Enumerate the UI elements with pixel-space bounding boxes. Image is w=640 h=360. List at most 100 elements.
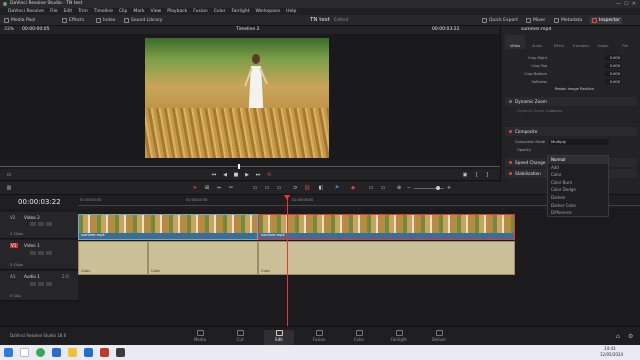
page-deliver[interactable]: Deliver — [424, 330, 454, 345]
replace-clip-icon[interactable]: ▭ — [276, 185, 282, 191]
go-to-end-icon[interactable]: ⏭ — [255, 172, 261, 178]
lock-icon[interactable] — [30, 222, 36, 226]
dynamic-trim-icon[interactable]: ⇔ — [216, 185, 222, 191]
menu-item[interactable]: Timeline — [94, 8, 113, 15]
dropdown-option[interactable]: Darken — [548, 194, 608, 202]
viewer-options-icon[interactable]: ▭ — [6, 172, 12, 178]
menu-item[interactable]: Color — [214, 8, 226, 15]
stop-icon[interactable]: ■ — [233, 172, 239, 178]
go-to-start-icon[interactable]: ⏮ — [211, 172, 217, 178]
layout-icon[interactable]: ▥ — [6, 185, 12, 191]
loop-icon[interactable]: ⟲ — [266, 172, 272, 178]
menu-item[interactable]: File — [50, 8, 58, 15]
crop-top-value[interactable]: 0.000 — [605, 63, 621, 68]
play-icon[interactable]: ▶ — [244, 172, 250, 178]
menu-item[interactable]: DaVinci Resolve — [8, 8, 44, 15]
trim-tool-icon[interactable]: ⊞ — [204, 185, 210, 191]
menu-item[interactable]: Help — [286, 8, 296, 15]
softness-value[interactable]: 0.000 — [605, 79, 621, 84]
tab-video[interactable]: Video — [505, 35, 525, 49]
zoom-slider-handle[interactable] — [436, 186, 440, 190]
eye-icon[interactable] — [46, 251, 52, 255]
menu-item[interactable]: Mark — [133, 8, 144, 15]
position-lock-icon[interactable]: ◧ — [318, 185, 324, 191]
track-header-v2[interactable]: V2 Video 2 2 Clips — [0, 212, 78, 239]
insert-clip-icon[interactable]: ▭ — [252, 185, 258, 191]
clock-time[interactable]: 14:43 — [604, 346, 616, 351]
dropdown-option[interactable]: Color Dodge — [548, 186, 608, 194]
page-cut[interactable]: Cut — [225, 330, 255, 345]
dynamic-zoom-ease-value[interactable]: Linear — [551, 109, 562, 113]
timeline-playhead[interactable] — [287, 195, 288, 326]
chrome-icon[interactable] — [36, 348, 45, 357]
linked-selection-icon[interactable]: ⛓ — [304, 185, 310, 191]
composite-mode-dropdown[interactable]: Normal Add Color Color Burn Color Dodge … — [547, 155, 609, 217]
timeline-tracks[interactable]: V2 Video 2 2 Clips V1 Video 1 3 Clips A1… — [0, 209, 640, 326]
track-name[interactable]: Video 1 — [24, 243, 40, 248]
page-edit[interactable]: Edit — [264, 330, 294, 345]
menu-item[interactable]: Trim — [78, 8, 88, 15]
menu-item[interactable]: Workspace — [255, 8, 280, 15]
menu-item[interactable]: Fairlight — [231, 8, 249, 15]
page-fusion[interactable]: Fusion — [304, 330, 334, 345]
color-clip[interactable]: Color — [258, 241, 515, 275]
zoom-detail-icon[interactable]: ▭ — [380, 185, 386, 191]
dropdown-option[interactable]: Add — [548, 164, 608, 172]
page-color[interactable]: Color — [344, 330, 374, 345]
color-clip[interactable]: Color — [148, 241, 258, 275]
mixer-button[interactable]: Mixer — [526, 17, 545, 24]
tab-file[interactable]: File — [615, 35, 635, 49]
edge-icon[interactable] — [52, 348, 61, 357]
retain-image-position[interactable]: Retain Image Position — [555, 87, 594, 91]
menu-item[interactable]: Edit — [63, 8, 72, 15]
zoom-level[interactable]: 33% — [4, 26, 14, 34]
media-pool-button[interactable]: Media Pool — [4, 17, 35, 24]
app-icon[interactable] — [100, 348, 109, 357]
zoom-custom-icon[interactable]: ⊕ — [396, 185, 402, 191]
track-id[interactable]: V1 — [10, 243, 18, 248]
window-controls[interactable]: — ☐ ✕ — [616, 0, 636, 8]
selection-tool-icon[interactable]: ➤ — [192, 185, 198, 191]
dropdown-option[interactable]: Normal — [548, 156, 608, 164]
mute-icon[interactable] — [46, 282, 52, 286]
metadata-button[interactable]: Metadata — [554, 17, 582, 24]
sound-library-button[interactable]: Sound Library — [124, 17, 162, 24]
auto-select-icon[interactable] — [38, 222, 44, 226]
overwrite-clip-icon[interactable]: ▭ — [264, 185, 270, 191]
solo-icon[interactable] — [38, 282, 44, 286]
tab-audio[interactable]: Audio — [527, 35, 547, 49]
menu-item[interactable]: Fusion — [193, 8, 207, 15]
zoom-out-icon[interactable]: − — [406, 185, 412, 191]
file-explorer-icon[interactable] — [68, 348, 77, 357]
index-button[interactable]: Index — [96, 17, 115, 24]
lock-icon[interactable] — [30, 282, 36, 286]
tab-transition[interactable]: Transition — [571, 35, 591, 49]
search-icon[interactable] — [20, 348, 29, 357]
app-icon[interactable] — [84, 348, 93, 357]
crop-bottom-value[interactable]: 0.000 — [605, 71, 621, 76]
start-icon[interactable] — [4, 348, 13, 357]
dropdown-option[interactable]: Difference — [548, 209, 608, 217]
inspector-button[interactable]: Inspector — [590, 17, 622, 24]
page-fairlight[interactable]: Fairlight — [384, 330, 414, 345]
video-clip-selected[interactable]: summer.mp4 — [258, 214, 515, 240]
davinci-resolve-icon[interactable] — [116, 348, 125, 357]
tab-effect[interactable]: Effect — [549, 35, 569, 49]
flag-icon[interactable]: ⚑ — [334, 185, 340, 191]
out-point-icon[interactable]: ] — [484, 172, 490, 178]
marker-icon[interactable]: ◆ — [350, 185, 356, 191]
lock-icon[interactable] — [30, 251, 36, 255]
track-name[interactable]: Video 2 — [24, 215, 40, 220]
eye-icon[interactable] — [46, 222, 52, 226]
timeline-name[interactable]: Timeline 2 — [236, 26, 259, 34]
reverse-play-icon[interactable]: ◀ — [222, 172, 228, 178]
composite-section[interactable]: Composite — [505, 127, 637, 136]
dynamic-zoom-section[interactable]: Dynamic Zoom — [505, 97, 637, 106]
color-clip[interactable]: Color — [78, 241, 148, 275]
in-point-icon[interactable]: [ — [474, 172, 480, 178]
home-icon[interactable]: ⌂ — [616, 333, 620, 340]
tab-image[interactable]: Image — [593, 35, 613, 49]
timeline-ruler[interactable]: 00:00:03:22 01:00:00:00 01:00:04:00 01:0… — [0, 195, 640, 209]
quick-export-button[interactable]: Quick Export — [482, 17, 518, 24]
dropdown-option[interactable]: Color — [548, 171, 608, 179]
